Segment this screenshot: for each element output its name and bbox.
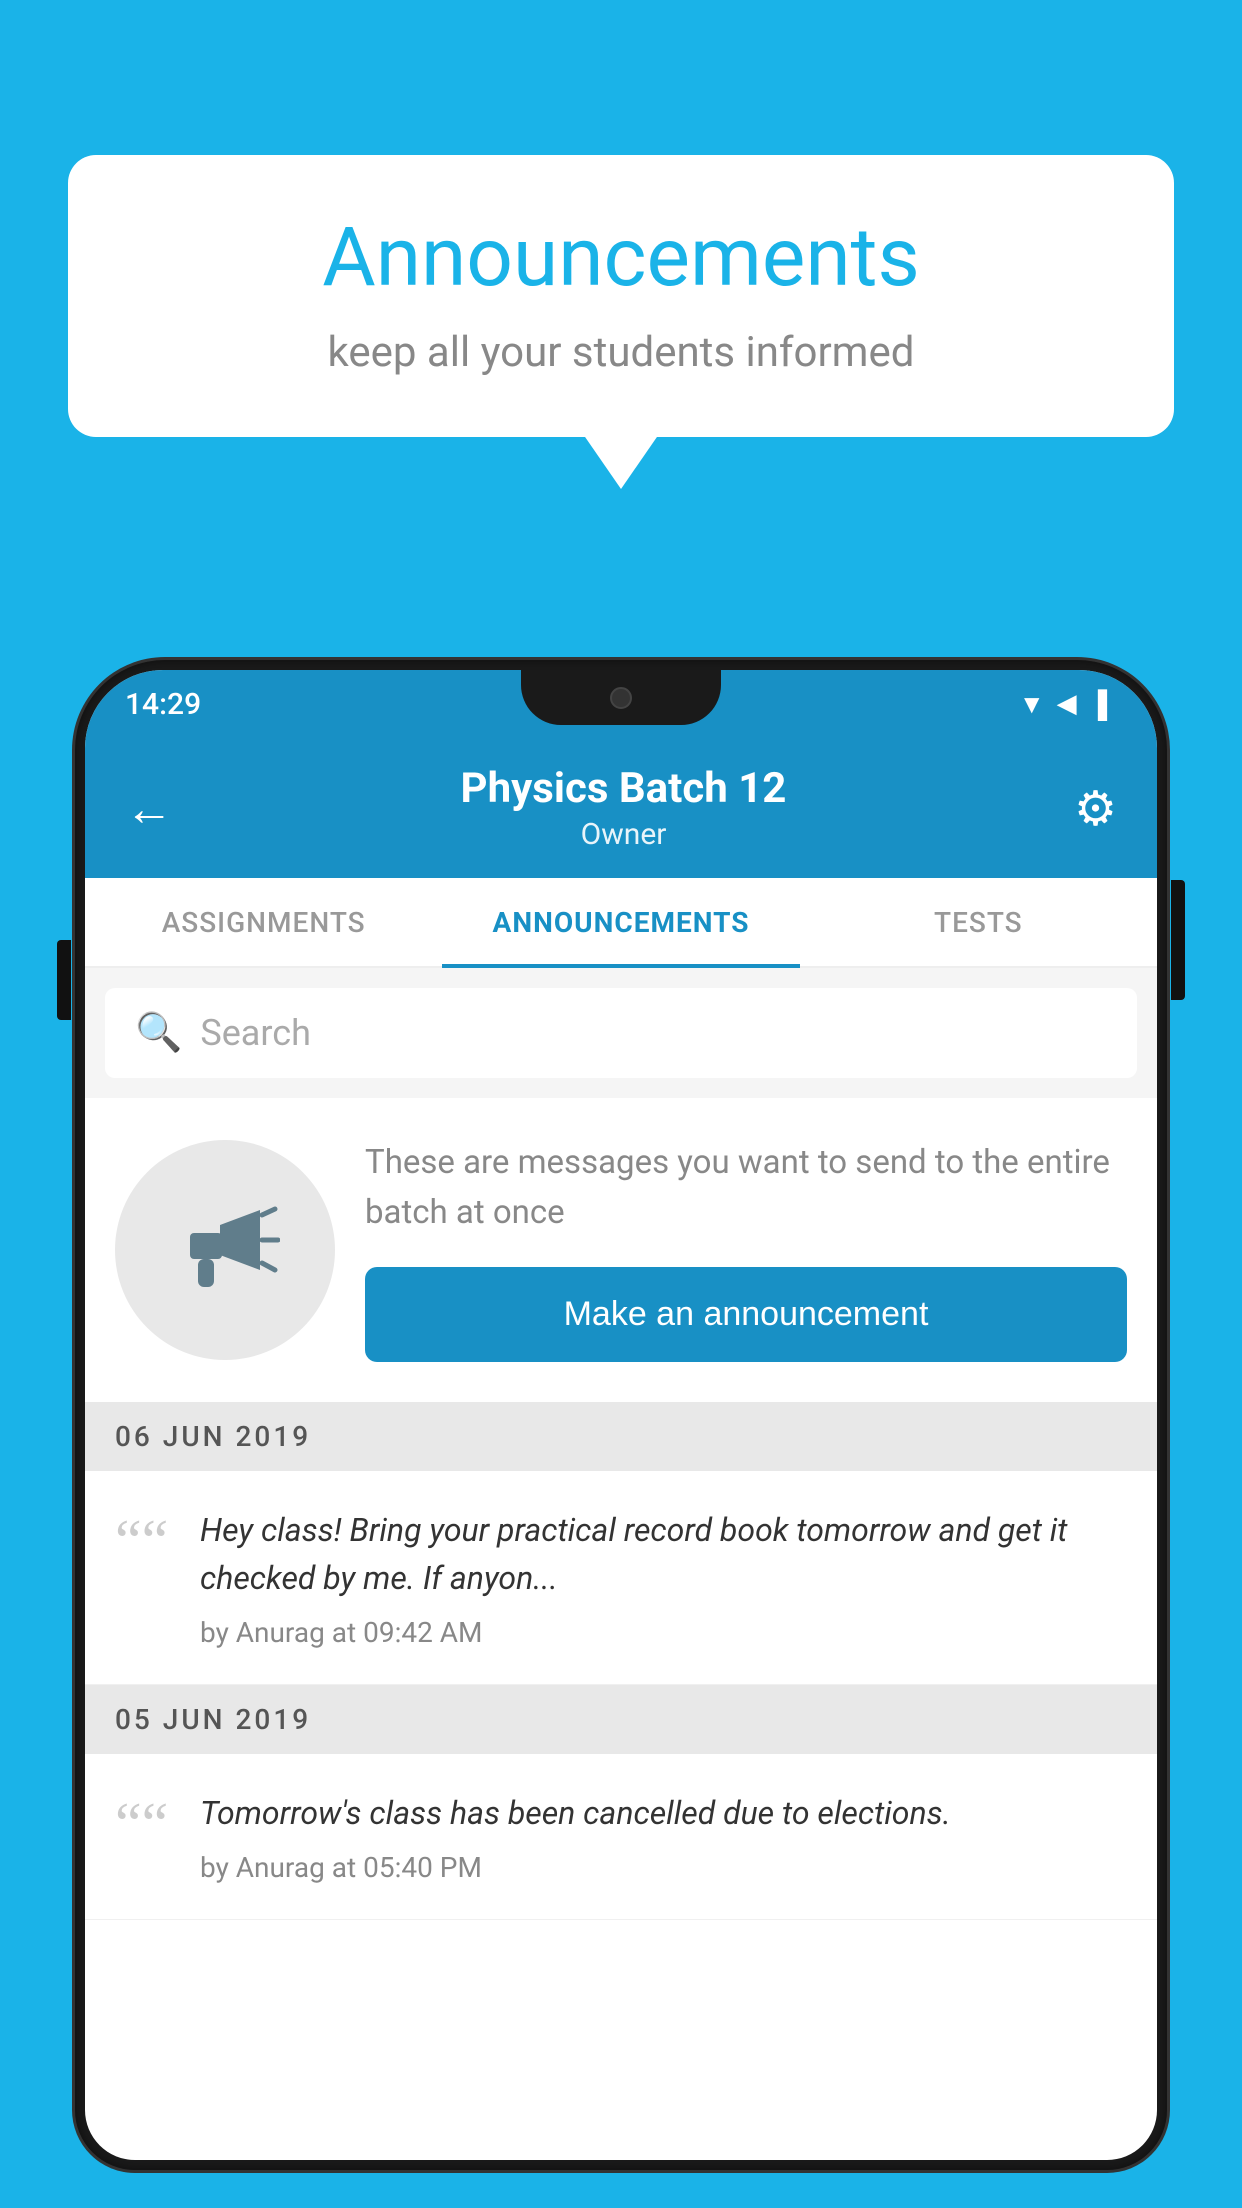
status-bar: 14:29 ▼ ◀ ▐ <box>85 670 1157 738</box>
quote-icon-1: ““ <box>115 1511 175 1649</box>
app-header: ← Physics Batch 12 Owner ⚙ <box>85 738 1157 878</box>
search-icon: 🔍 <box>135 1011 182 1055</box>
batch-subtitle: Owner <box>461 817 787 852</box>
promo-icon-circle <box>115 1140 335 1360</box>
tabs-bar: ASSIGNMENTS ANNOUNCEMENTS TESTS <box>85 878 1157 968</box>
settings-icon[interactable]: ⚙ <box>1074 780 1117 837</box>
announcement-content-2: Tomorrow's class has been cancelled due … <box>200 1789 1127 1884</box>
tab-tests[interactable]: TESTS <box>800 878 1157 966</box>
battery-icon: ▐ <box>1089 689 1107 720</box>
bubble-subtitle: keep all your students informed <box>138 328 1104 377</box>
back-button[interactable]: ← <box>125 780 173 837</box>
announcement-author-2: by Anurag at 05:40 PM <box>200 1851 1127 1884</box>
megaphone-icon <box>170 1195 280 1305</box>
signal-icon: ◀ <box>1057 689 1077 719</box>
notch <box>521 670 721 725</box>
wifi-icon: ▼ <box>1019 689 1045 720</box>
status-time: 14:29 <box>125 687 201 722</box>
speech-bubble: Announcements keep all your students inf… <box>68 155 1174 437</box>
make-announcement-button[interactable]: Make an announcement <box>365 1267 1127 1362</box>
announcement-text-1: Hey class! Bring your practical record b… <box>200 1506 1127 1602</box>
quote-icon-2: ““ <box>115 1794 175 1884</box>
announcement-author-1: by Anurag at 09:42 AM <box>200 1616 1127 1649</box>
status-icons: ▼ ◀ ▐ <box>1019 689 1107 720</box>
announcement-item-2: ““ Tomorrow's class has been cancelled d… <box>85 1754 1157 1920</box>
announcement-promo: These are messages you want to send to t… <box>85 1098 1157 1402</box>
search-bar[interactable]: 🔍 Search <box>105 988 1137 1078</box>
tab-announcements[interactable]: ANNOUNCEMENTS <box>442 878 799 966</box>
tab-assignments[interactable]: ASSIGNMENTS <box>85 878 442 966</box>
announcement-content-1: Hey class! Bring your practical record b… <box>200 1506 1127 1649</box>
announcement-item-1: ““ Hey class! Bring your practical recor… <box>85 1471 1157 1685</box>
announcement-text-2: Tomorrow's class has been cancelled due … <box>200 1789 1127 1837</box>
bubble-title: Announcements <box>138 210 1104 306</box>
speech-bubble-section: Announcements keep all your students inf… <box>68 155 1174 437</box>
header-title-group: Physics Batch 12 Owner <box>461 764 787 852</box>
camera-dot <box>610 687 632 709</box>
content-area: 🔍 Search <box>85 968 1157 1920</box>
phone-container: 14:29 ▼ ◀ ▐ ← Physics Batch 12 Owner ⚙ <box>75 660 1167 2208</box>
promo-right: These are messages you want to send to t… <box>365 1138 1127 1362</box>
date-separator-2: 05 JUN 2019 <box>85 1685 1157 1754</box>
promo-description: These are messages you want to send to t… <box>365 1138 1127 1237</box>
phone-screen: 14:29 ▼ ◀ ▐ ← Physics Batch 12 Owner ⚙ <box>85 670 1157 2160</box>
search-placeholder: Search <box>200 1012 311 1054</box>
batch-title: Physics Batch 12 <box>461 764 787 813</box>
date-separator-1: 06 JUN 2019 <box>85 1402 1157 1471</box>
phone-outer: 14:29 ▼ ◀ ▐ ← Physics Batch 12 Owner ⚙ <box>75 660 1167 2170</box>
